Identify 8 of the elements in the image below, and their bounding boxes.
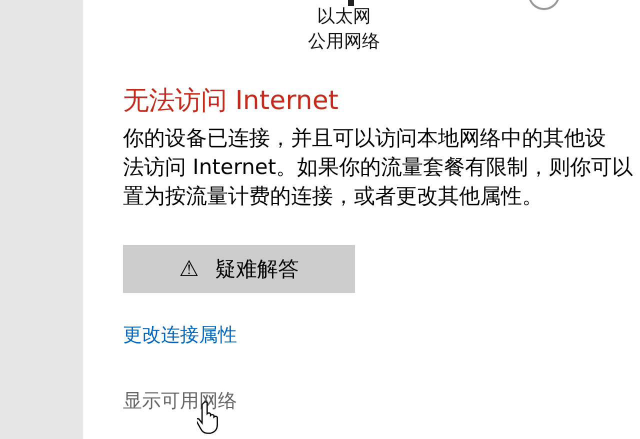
change-properties-link[interactable]: 更改连接属性 [123,322,237,348]
status-title: 无法访问 Internet [123,85,340,118]
troubleshoot-button[interactable]: ⚠ 疑难解答 [123,245,355,293]
network-profile: 公用网络 [308,30,380,54]
description-line: 置为按流量计费的连接，或者更改其他属性。 [123,183,543,210]
description-line: 你的设备已连接，并且可以访问本地网络中的其他设 [123,125,606,152]
network-name: 以太网 [317,5,371,29]
description-line: 法访问 Internet。如果你的流量套餐有限制，则你可以 [123,154,634,181]
